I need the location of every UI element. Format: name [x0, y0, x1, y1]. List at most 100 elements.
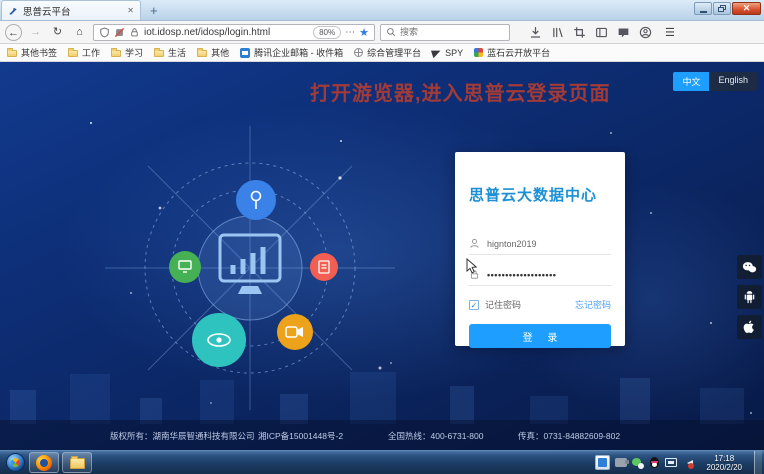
bookmark-folder-study[interactable]: 学习: [111, 46, 143, 59]
app-download-rail: [737, 255, 762, 339]
home-button[interactable]: ⌂: [71, 24, 88, 41]
language-switcher: 中文 English: [673, 72, 757, 91]
bookmark-star-icon[interactable]: ★: [359, 26, 369, 39]
lock-icon: [469, 269, 480, 280]
message-bubble-icon[interactable]: [617, 26, 630, 39]
insecure-lock-icon[interactable]: [129, 27, 140, 38]
taskbar-explorer-button[interactable]: [62, 452, 92, 473]
clock-date: 2020/2/20: [706, 463, 742, 472]
username-input[interactable]: [487, 239, 597, 249]
document-node: [310, 253, 338, 281]
footer-fax: 传真：0731-84882609-802: [518, 430, 620, 442]
tray-wechat-icon[interactable]: [632, 457, 644, 469]
search-icon: [386, 27, 396, 37]
eye-node: [192, 313, 246, 367]
footer-hotline: 全国热线：400-6731-800: [388, 430, 483, 442]
new-tab-button[interactable]: +: [141, 2, 167, 20]
feature-orbit-graphic: [50, 118, 450, 418]
folder-icon: [154, 50, 164, 57]
footer-icp: 湘ICP备15001448号-2: [258, 430, 343, 442]
login-button[interactable]: 登 录: [469, 324, 611, 348]
wechat-button[interactable]: [737, 255, 762, 279]
android-app-button[interactable]: [737, 285, 762, 309]
tutorial-annotation: 打开游览器,进入思普云登录页面: [310, 77, 611, 106]
tray-app-icon: [598, 458, 607, 467]
taskbar-clock[interactable]: 17:18 2020/2/20: [699, 454, 749, 472]
bookmark-lanshi-cloud[interactable]: 蓝石云开放平台: [474, 46, 550, 59]
footer-copyright: 版权所有：湖南华辰智通科技有限公司: [110, 430, 255, 442]
menu-icon[interactable]: ☰: [665, 26, 675, 39]
taskbar-firefox-button[interactable]: [29, 452, 59, 473]
url-text[interactable]: iot.idosp.net/idosp/login.html: [144, 27, 309, 38]
language-chinese-button[interactable]: 中文: [673, 72, 709, 91]
reload-button[interactable]: ↻: [49, 24, 66, 41]
remember-label: 记住密码: [485, 298, 521, 311]
bookmark-tencent-mail[interactable]: 腾讯企业邮箱 - 收件箱: [240, 46, 343, 59]
remember-row: ✓ 记住密码 忘记密码: [469, 298, 611, 311]
language-english-button[interactable]: English: [709, 72, 757, 91]
screenshot-icon[interactable]: [573, 26, 586, 39]
tray-display-icon[interactable]: [665, 458, 677, 467]
explorer-folder-icon: [70, 458, 85, 469]
bookmark-folder-life[interactable]: 生活: [154, 46, 186, 59]
browser-tab[interactable]: 思普云平台 ✕: [1, 0, 141, 20]
bookmark-spy[interactable]: SPY: [432, 48, 463, 58]
folder-icon: [7, 50, 17, 57]
apple-icon: [743, 320, 756, 334]
tab-close-icon[interactable]: ✕: [127, 6, 134, 15]
sidebar-icon[interactable]: [595, 26, 608, 39]
bookmark-folder-other-bookmarks[interactable]: 其他书签: [7, 46, 57, 59]
folder-icon: [111, 50, 121, 57]
zoom-level-indicator[interactable]: 80%: [313, 26, 341, 39]
tray-hidden-icons[interactable]: [595, 455, 610, 470]
tray-qq-icon[interactable]: [649, 457, 660, 469]
forward-button[interactable]: →: [27, 24, 44, 41]
bookmarks-bar: 其他书签 工作 学习 生活 其他 腾讯企业邮箱 - 收件箱 综合管理平台 SPY…: [0, 44, 764, 62]
bookmark-folder-misc[interactable]: 其他: [197, 46, 229, 59]
tray-device-icon[interactable]: [615, 458, 627, 467]
folder-icon: [197, 50, 207, 57]
toolbar-icons: ☰: [529, 26, 675, 39]
url-bar[interactable]: iot.idosp.net/idosp/login.html 80% ⋯ ★: [93, 24, 375, 41]
browser-titlebar: 思普云平台 ✕ + ✕: [0, 0, 764, 21]
start-button[interactable]: [6, 453, 25, 472]
search-box[interactable]: [380, 24, 510, 41]
map-pin-node: [236, 180, 276, 220]
back-button[interactable]: ←: [5, 24, 22, 41]
password-field[interactable]: [469, 264, 611, 286]
page-actions-icon[interactable]: ⋯: [345, 27, 355, 38]
username-field[interactable]: [469, 233, 611, 255]
ios-app-button[interactable]: [737, 315, 762, 339]
download-icon[interactable]: [529, 26, 542, 39]
restore-button[interactable]: [713, 2, 731, 15]
clock-time: 17:18: [714, 454, 734, 463]
library-icon[interactable]: [551, 26, 564, 39]
browser-toolbar: ← → ↻ ⌂ iot.idosp.net/idosp/login.html 8…: [0, 21, 764, 44]
bookmark-folder-work[interactable]: 工作: [68, 46, 100, 59]
login-title: 思普云大数据中心: [469, 184, 611, 205]
window-controls: ✕: [694, 2, 761, 15]
show-desktop-button[interactable]: [754, 451, 762, 474]
password-input[interactable]: [487, 270, 597, 280]
mail-icon: [240, 48, 250, 58]
desktop-screen: 思普云平台 ✕ + ✕ ← → ↻ ⌂ iot.idosp.net/idosp/…: [0, 0, 764, 474]
forgot-password-link[interactable]: 忘记密码: [575, 298, 611, 311]
blocked-plugin-icon[interactable]: [114, 27, 125, 38]
windows-taskbar: 17:18 2020/2/20: [0, 450, 764, 474]
bookmark-management-platform[interactable]: 综合管理平台: [354, 46, 421, 59]
wechat-icon: [742, 261, 757, 274]
system-tray: 17:18 2020/2/20: [595, 451, 762, 474]
login-page: 中文 English 打开游览器,进入思普云登录页面: [0, 62, 764, 450]
close-button[interactable]: ✕: [732, 2, 761, 15]
dart-icon: [431, 47, 442, 57]
remember-checkbox[interactable]: ✓: [469, 300, 479, 310]
windows-logo-icon: [9, 456, 22, 469]
tray-volume-muted-icon[interactable]: [682, 457, 694, 469]
monitor-node: [169, 251, 201, 283]
tab-title: 思普云平台: [23, 4, 122, 18]
account-icon[interactable]: [639, 26, 652, 39]
minimize-button[interactable]: [694, 2, 712, 15]
user-icon: [469, 238, 480, 249]
shield-icon[interactable]: [99, 27, 110, 38]
search-input[interactable]: [400, 27, 490, 37]
